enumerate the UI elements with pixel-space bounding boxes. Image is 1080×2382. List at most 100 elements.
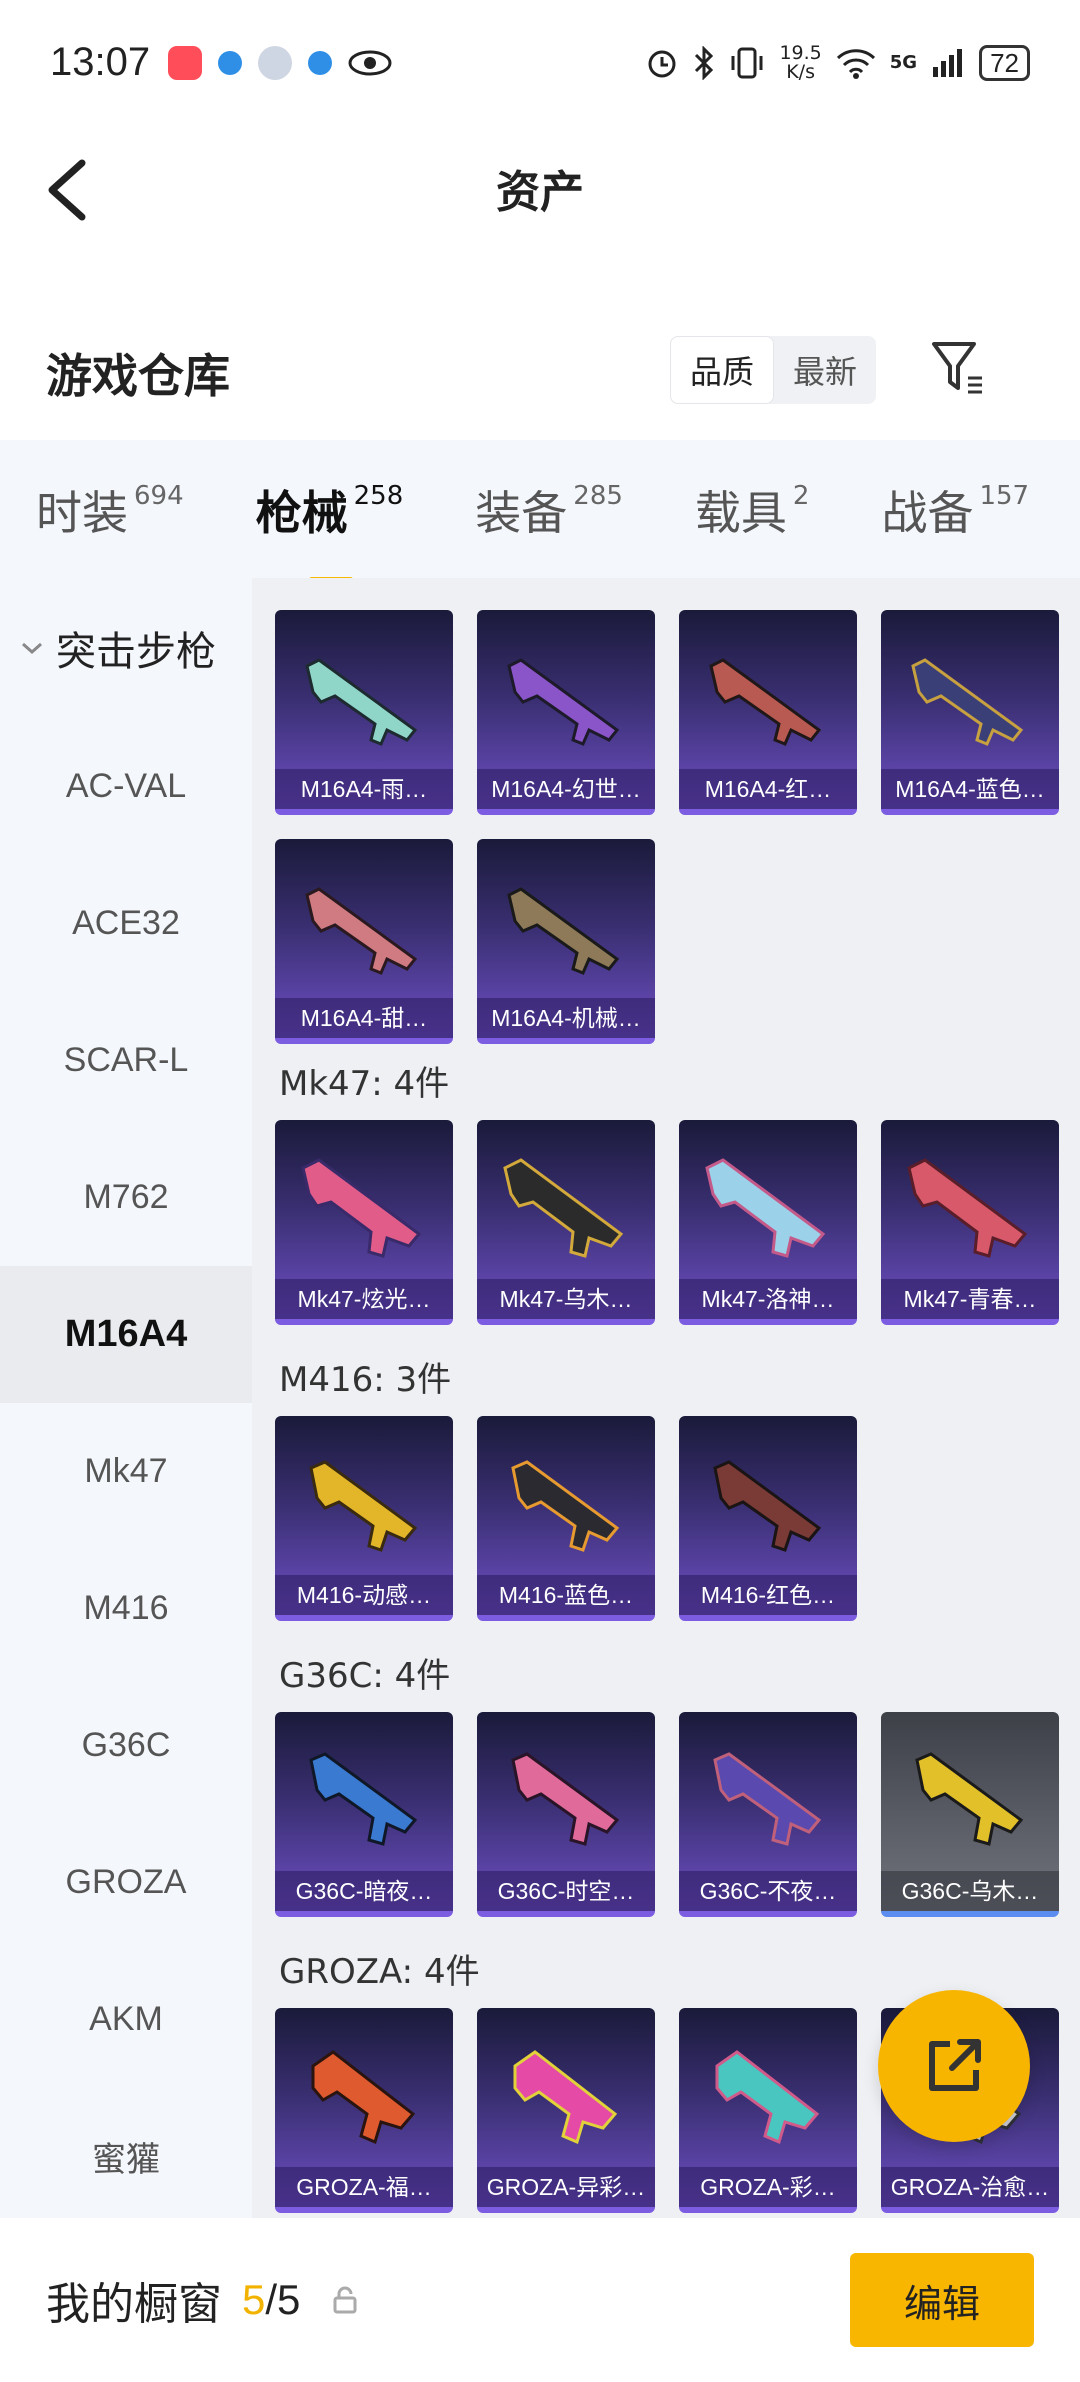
skin-card[interactable]: GROZA-彩…	[679, 2008, 857, 2213]
skin-card[interactable]: Mk47-洛神…	[679, 1120, 857, 1325]
skin-card[interactable]: M16A4-机械…	[477, 839, 655, 1044]
skin-name: M16A4-雨…	[275, 769, 453, 809]
tab-fashion[interactable]: 时装 694	[36, 477, 184, 543]
nav-bar: 资产	[0, 125, 1080, 250]
skin-card[interactable]: G36C-暗夜…	[275, 1712, 453, 1917]
rifle-icon	[305, 887, 418, 975]
card-row: Mk47-炫光… Mk47-乌木… Mk47-洛神… Mk47-青春…	[275, 1120, 1059, 1325]
showcase-total: /5	[265, 2276, 301, 2323]
sidebar-item-groza[interactable]: GROZA	[0, 1814, 252, 1951]
tab-vehicles[interactable]: 载具 2	[695, 477, 810, 543]
section-m16a4: M16A4-雨… M16A4-幻世… M16A4-红… M16A4-蓝色… M1…	[275, 610, 1059, 1068]
back-arrow-icon[interactable]	[40, 155, 100, 225]
skin-name: M416-蓝色…	[477, 1575, 655, 1615]
skin-card[interactable]: M16A4-蓝色…	[881, 610, 1059, 815]
skin-name: GROZA-治愈…	[881, 2167, 1059, 2207]
tab-equipment[interactable]: 装备 285	[475, 477, 623, 543]
rifle-icon	[301, 1158, 422, 1258]
warehouse-title: 游戏仓库	[46, 349, 230, 403]
skin-card[interactable]: M416-红色…	[679, 1416, 857, 1621]
card-row: M16A4-甜… M16A4-机械…	[275, 839, 1059, 1044]
net-speed-value: 19.5	[779, 41, 822, 64]
status-time: 13:07	[50, 40, 151, 84]
skin-card[interactable]: M416-蓝色…	[477, 1416, 655, 1621]
sidebar-item-ace32[interactable]: ACE32	[0, 855, 252, 992]
skin-card[interactable]: G36C-时空…	[477, 1712, 655, 1917]
sidebar-item-ac-val[interactable]: AC-VAL	[0, 718, 252, 855]
sidebar-item-scar-l[interactable]: SCAR-L	[0, 992, 252, 1129]
sort-quality-button[interactable]: 品质	[670, 336, 774, 404]
skin-card[interactable]: M16A4-雨…	[275, 610, 453, 815]
skin-name: M16A4-甜…	[275, 998, 453, 1038]
browser-icon-2	[308, 50, 333, 75]
skin-card[interactable]: M416-动感…	[275, 1416, 453, 1621]
skin-card[interactable]: M16A4-红…	[679, 610, 857, 815]
tab-firearms[interactable]: 枪械 258	[255, 477, 403, 585]
skin-card[interactable]: G36C-乌木…	[881, 1712, 1059, 1917]
tab-count: 2	[792, 481, 810, 511]
sidebar-group-assault-rifles[interactable]: 突击步枪	[0, 578, 252, 718]
skin-card[interactable]: M16A4-幻世…	[477, 610, 655, 815]
sort-newest-button[interactable]: 最新	[774, 336, 876, 404]
sidebar-item-m762[interactable]: M762	[0, 1129, 252, 1266]
section-header: M416: 3件	[279, 1360, 452, 1400]
rifle-icon	[309, 1752, 418, 1846]
filter-icon[interactable]	[930, 338, 986, 398]
skin-name: G36C-不夜…	[679, 1871, 857, 1911]
share-fab-button[interactable]	[878, 1990, 1030, 2142]
eye-icon	[348, 50, 392, 75]
rifle-icon	[713, 1460, 822, 1552]
showcase-bar: 我的橱窗 5/5 编辑	[0, 2218, 1080, 2382]
section-g36c: G36C: 4件 G36C-暗夜… G36C-时空… G36C-不夜… G36C…	[275, 1648, 1059, 1941]
skin-name: M16A4-机械…	[477, 998, 655, 1038]
sidebar-item-g36c[interactable]: G36C	[0, 1677, 252, 1814]
status-bar: 13:07 19.5 K/s 5G 72	[0, 0, 1080, 125]
avatar-notification-icon	[258, 45, 293, 80]
tab-label: 时装	[36, 486, 128, 540]
skin-name: G36C-时空…	[477, 1871, 655, 1911]
sidebar-item-honey-badger[interactable]: 蜜獾	[0, 2088, 252, 2225]
skin-name: M16A4-幻世…	[477, 769, 655, 809]
skin-name: M16A4-蓝色…	[881, 769, 1059, 809]
skin-card[interactable]: M16A4-甜…	[275, 839, 453, 1044]
skin-card[interactable]: GROZA-异彩…	[477, 2008, 655, 2213]
card-row: M16A4-雨… M16A4-幻世… M16A4-红… M16A4-蓝色…	[275, 610, 1059, 815]
skin-card[interactable]: Mk47-乌木…	[477, 1120, 655, 1325]
skin-name: Mk47-青春…	[881, 1279, 1059, 1319]
rifle-icon	[507, 658, 620, 746]
skin-card[interactable]: G36C-不夜…	[679, 1712, 857, 1917]
section-header: G36C: 4件	[279, 1656, 451, 1696]
showcase-count: 5/5	[242, 2276, 300, 2324]
weapon-sidebar: 突击步枪 AC-VAL ACE32 SCAR-L M762 M16A4 Mk47…	[0, 578, 252, 2218]
section-mk47: Mk47: 4件 Mk47-炫光… Mk47-乌木… Mk47-洛神… Mk47…	[275, 1056, 1059, 1349]
skin-card[interactable]: GROZA-福…	[275, 2008, 453, 2213]
section-header: Mk47: 4件	[279, 1064, 450, 1104]
skin-card[interactable]: Mk47-炫光…	[275, 1120, 453, 1325]
skin-card[interactable]: Mk47-青春…	[881, 1120, 1059, 1325]
section-m416: M416: 3件 M416-动感… M416-蓝色… M416-红色…	[275, 1352, 857, 1645]
bluetooth-icon	[695, 45, 714, 80]
sidebar-item-akm[interactable]: AKM	[0, 1951, 252, 2088]
tab-combat-gear[interactable]: 战备 157	[881, 477, 1029, 543]
rifle-icon	[915, 1752, 1024, 1846]
card-row: M416-动感… M416-蓝色… M416-红色…	[275, 1416, 857, 1621]
tab-label: 枪械	[255, 486, 348, 540]
notification-icons	[168, 45, 392, 80]
skin-name: G36C-暗夜…	[275, 1871, 453, 1911]
rifle-icon	[715, 2050, 820, 2145]
sidebar-item-m416[interactable]: M416	[0, 1540, 252, 1677]
showcase-label: 我的橱窗	[46, 2279, 222, 2330]
rifle-icon	[911, 658, 1024, 746]
rifle-icon	[713, 1752, 822, 1846]
network-type: 5G	[889, 52, 918, 73]
sidebar-item-mk47[interactable]: Mk47	[0, 1403, 252, 1540]
rifle-icon	[311, 2050, 416, 2145]
tab-count: 285	[573, 481, 623, 511]
signal-icon	[933, 48, 963, 77]
page-title: 资产	[496, 166, 584, 218]
skin-name: GROZA-福…	[275, 2167, 453, 2207]
skin-name: GROZA-异彩…	[477, 2167, 655, 2207]
skin-name: M16A4-红…	[679, 769, 857, 809]
edit-button[interactable]: 编辑	[850, 2253, 1034, 2347]
sidebar-item-m16a4[interactable]: M16A4	[0, 1266, 252, 1403]
